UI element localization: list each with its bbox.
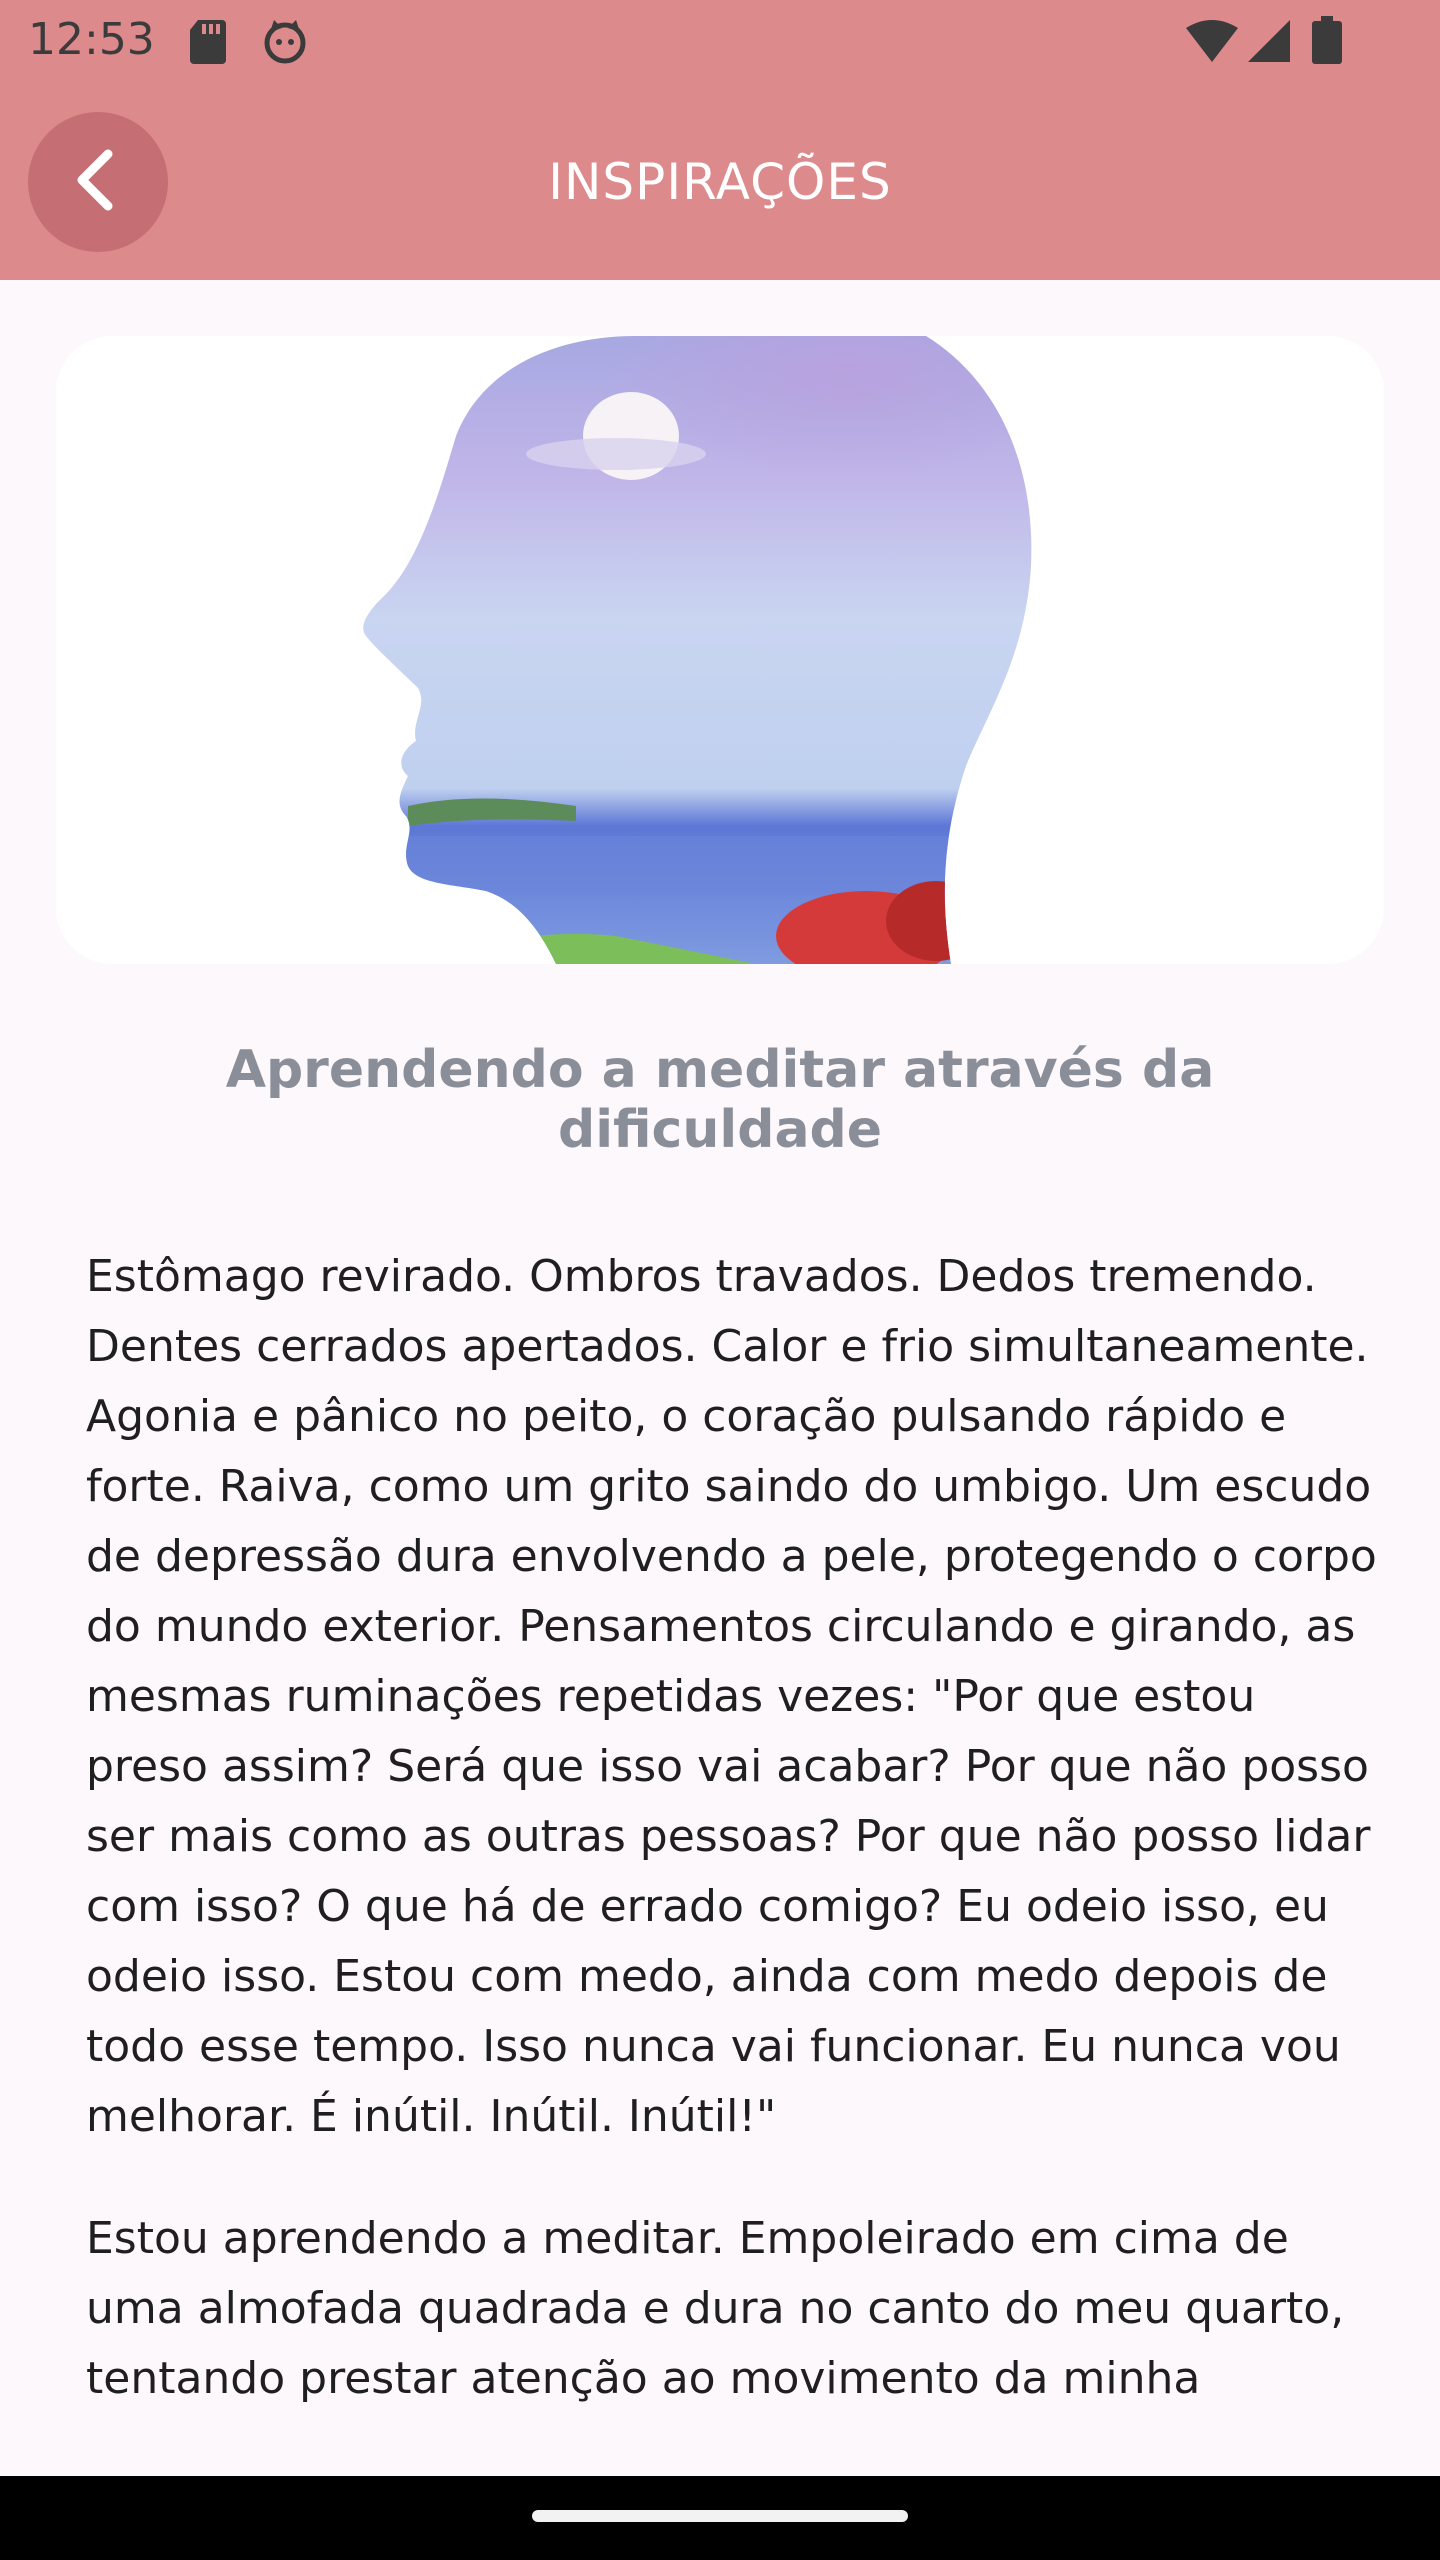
home-indicator[interactable] bbox=[532, 2510, 908, 2522]
article-body: Estômago revirado. Ombros travados. Dedo… bbox=[86, 1242, 1386, 2466]
status-bar: 12:53 bbox=[0, 0, 1440, 84]
hero-image-card bbox=[56, 336, 1384, 964]
sd-card-icon bbox=[188, 18, 228, 68]
back-button[interactable] bbox=[28, 112, 168, 252]
cat-face-icon bbox=[262, 18, 308, 68]
status-time: 12:53 bbox=[28, 14, 155, 65]
battery-icon bbox=[1312, 16, 1342, 68]
article-paragraph: Estou aprendendo a meditar. Empoleirado … bbox=[86, 2213, 1345, 2404]
system-nav-bar bbox=[0, 2476, 1440, 2560]
app-bar: INSPIRAÇÕES bbox=[0, 84, 1440, 280]
cellular-signal-icon bbox=[1248, 20, 1290, 66]
article-title: Aprendendo a meditar através da dificuld… bbox=[225, 1040, 1215, 1160]
article-paragraph: Estômago revirado. Ombros travados. Dedo… bbox=[86, 1251, 1377, 2142]
wifi-icon bbox=[1186, 20, 1238, 66]
watercolor-head-image bbox=[363, 336, 1032, 964]
chevron-left-icon bbox=[70, 148, 126, 216]
app-title: INSPIRAÇÕES bbox=[548, 153, 892, 211]
